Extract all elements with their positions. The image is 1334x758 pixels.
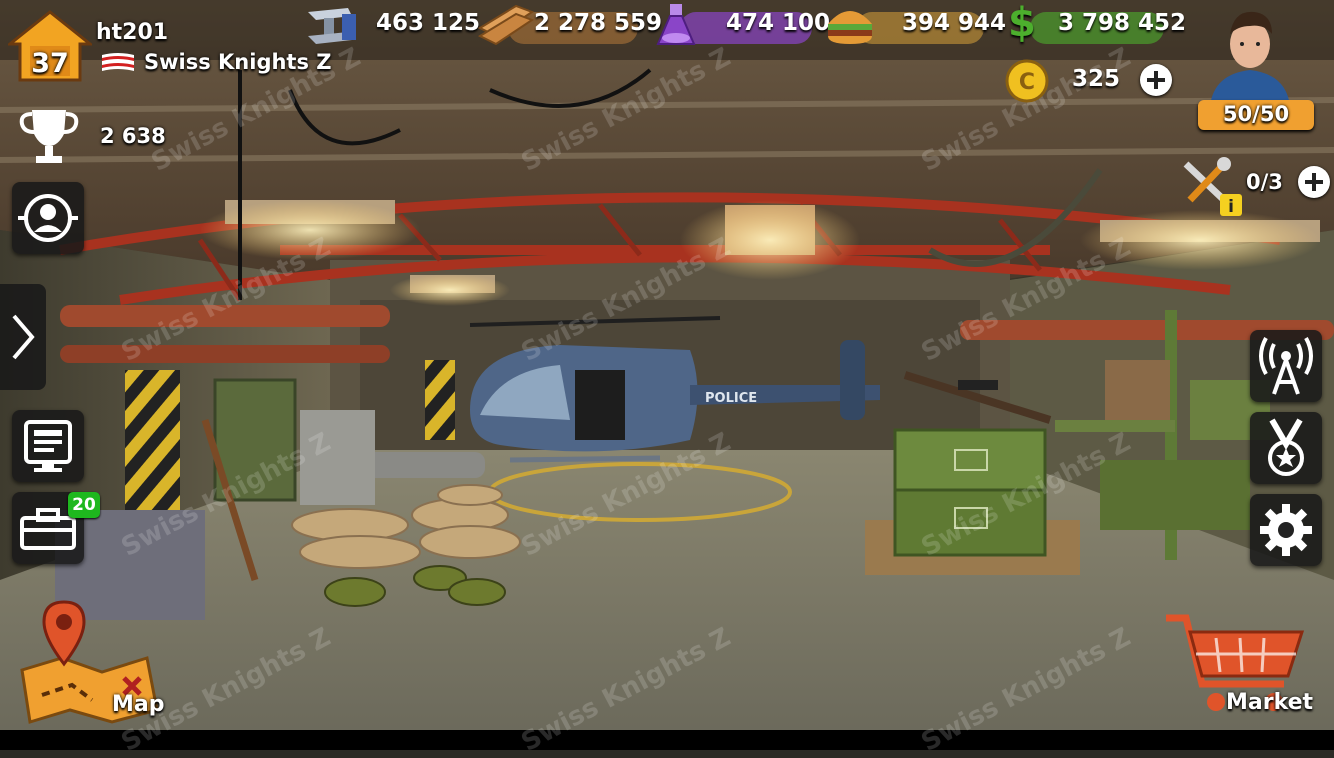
energy-value: 50/50 xyxy=(1222,102,1290,126)
helicopter-text: POLICE xyxy=(705,391,757,406)
svg-text:C: C xyxy=(1019,70,1035,95)
level-badge[interactable]: 37 xyxy=(5,8,95,84)
trophy-button[interactable] xyxy=(12,100,86,172)
profile-button[interactable] xyxy=(12,182,84,254)
gear-icon xyxy=(1260,504,1312,556)
hangar-scene: POLICE xyxy=(0,0,1334,750)
chevron-right-icon xyxy=(12,314,35,360)
trophy-icon xyxy=(19,110,79,163)
team-flag-icon xyxy=(100,51,136,75)
energy-bar: 50/50 xyxy=(1198,100,1314,130)
radio-tower-button[interactable] xyxy=(1250,330,1322,402)
plus-icon xyxy=(1147,71,1165,89)
cash-value: 3 798 452 xyxy=(1058,10,1187,36)
avatar[interactable] xyxy=(1204,4,1296,106)
radio-tower-icon xyxy=(1259,337,1313,395)
wood-value: 2 278 559 xyxy=(534,10,663,36)
player-name: ht201 xyxy=(96,20,169,45)
dollar-icon: $ xyxy=(1008,0,1036,46)
trophy-count: 2 638 xyxy=(100,124,166,148)
coin-icon: C xyxy=(1005,59,1049,103)
coins-value: 325 xyxy=(1072,66,1121,92)
player-level: 37 xyxy=(31,48,69,79)
tools-icon: i xyxy=(1183,157,1242,216)
wood-planks-icon xyxy=(477,4,535,46)
add-builder-button[interactable] xyxy=(1298,166,1330,198)
add-coins-button[interactable] xyxy=(1140,64,1172,96)
garage-button[interactable]: 20 xyxy=(12,492,100,564)
market-button[interactable]: Market xyxy=(1156,596,1326,726)
steel-value: 463 125 xyxy=(376,10,481,36)
svg-text:i: i xyxy=(1228,197,1234,216)
profile-icon xyxy=(18,194,78,242)
garage-badge: 20 xyxy=(68,492,100,518)
chemicals-value: 474 100 xyxy=(726,10,831,36)
expand-panel-button[interactable] xyxy=(0,284,46,390)
map-label: Map xyxy=(112,692,165,717)
market-label: Market xyxy=(1226,690,1314,715)
news-button[interactable] xyxy=(12,410,84,482)
burger-icon xyxy=(828,11,872,44)
steel-beam-icon xyxy=(308,8,356,44)
team-name[interactable]: Swiss Knights Z xyxy=(144,50,332,74)
plus-icon xyxy=(1305,173,1323,191)
food-value: 394 944 xyxy=(902,10,1007,36)
achievements-button[interactable] xyxy=(1250,412,1322,484)
medal-icon xyxy=(1268,418,1304,476)
builders-value: 0/3 xyxy=(1246,170,1283,194)
map-button[interactable]: Map xyxy=(12,600,172,730)
monitor-icon xyxy=(24,420,72,472)
flask-icon xyxy=(656,4,696,45)
settings-button[interactable] xyxy=(1250,494,1322,566)
